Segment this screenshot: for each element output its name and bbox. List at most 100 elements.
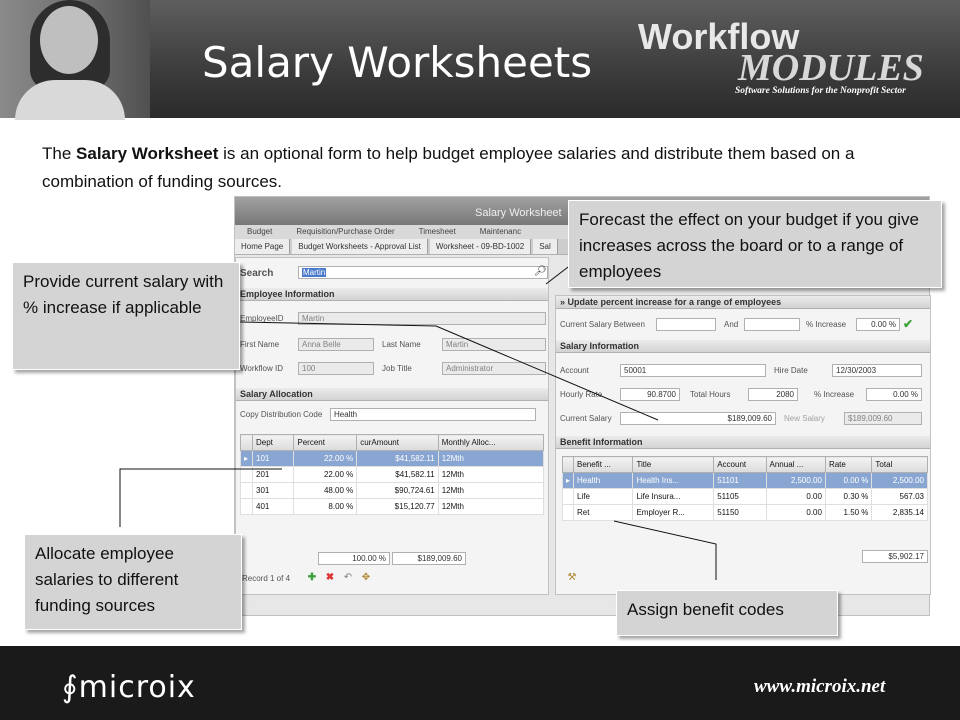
cell-rate[interactable]: 1.50 % bbox=[824, 504, 873, 521]
cell-total[interactable]: 2,500.00 bbox=[871, 472, 928, 489]
search-input[interactable]: Martin bbox=[298, 266, 548, 279]
menu-budget[interactable]: Budget bbox=[235, 225, 284, 239]
col-total[interactable]: Total bbox=[871, 456, 928, 473]
menu-timesheet[interactable]: Timesheet bbox=[407, 225, 468, 239]
workflow-id-field[interactable]: 100 bbox=[298, 362, 374, 375]
delete-record-icon[interactable]: ✖ bbox=[324, 572, 336, 584]
table-row[interactable]: ▸ Health Health Ins... 51101 2,500.00 0.… bbox=[561, 472, 928, 489]
cell-dept[interactable]: 401 bbox=[251, 498, 295, 515]
range-pct-input[interactable]: 0.00 % bbox=[856, 318, 900, 331]
tab-worksheet[interactable]: Worksheet - 09-BD-1002 bbox=[429, 239, 532, 254]
last-name-field[interactable]: Martin bbox=[442, 338, 546, 351]
salary-to-input[interactable] bbox=[744, 318, 800, 331]
cell-dept[interactable]: 201 bbox=[251, 466, 295, 483]
microix-logo: ∮microix bbox=[62, 670, 196, 705]
search-icon[interactable]: 🔎︎ bbox=[534, 266, 547, 278]
benefit-section: Benefit Information bbox=[556, 436, 930, 449]
left-pane: Search Martin 🔎︎ Employee Information Em… bbox=[235, 257, 549, 595]
job-title-field[interactable]: Administrator bbox=[442, 362, 546, 375]
intro-prefix: The bbox=[42, 144, 77, 163]
tab-salary[interactable]: Sal bbox=[533, 239, 558, 254]
col-rate[interactable]: Rate bbox=[824, 456, 873, 473]
tab-home[interactable]: Home Page bbox=[235, 239, 291, 254]
cell-account[interactable]: 51101 bbox=[713, 472, 767, 489]
menu-maintenance[interactable]: Maintenanc bbox=[468, 225, 533, 239]
col-title[interactable]: Title bbox=[632, 456, 715, 473]
new-salary-field: $189,009.60 bbox=[844, 412, 922, 425]
menu-requisition[interactable]: Requisition/Purchase Order bbox=[284, 225, 406, 239]
cell-monthly[interactable]: 12Mth bbox=[437, 498, 545, 515]
cell-percent[interactable]: 48.00 % bbox=[293, 482, 358, 499]
cell-amount[interactable]: $41,582.11 bbox=[356, 450, 439, 467]
hourly-rate-label: Hourly Rate bbox=[560, 390, 603, 399]
row-indicator bbox=[240, 482, 253, 499]
table-row[interactable]: 201 22.00 % $41,582.11 12Mth bbox=[240, 466, 545, 483]
wrench-icon[interactable]: ⚒ bbox=[566, 572, 578, 584]
undo-icon[interactable]: ↶ bbox=[342, 572, 354, 584]
table-row[interactable]: 401 8.00 % $15,120.77 12Mth bbox=[240, 498, 545, 515]
hire-date-field[interactable]: 12/30/2003 bbox=[832, 364, 922, 377]
callout-forecast: Forecast the effect on your budget if yo… bbox=[568, 200, 942, 288]
col-annual[interactable]: Annual ... bbox=[765, 456, 826, 473]
total-hours-stepper[interactable]: 2080 bbox=[748, 388, 798, 401]
cell-benefit[interactable]: Life bbox=[573, 488, 634, 505]
cell-rate[interactable]: 0.00 % bbox=[824, 472, 873, 489]
copy-distribution-select[interactable]: Health bbox=[330, 408, 536, 421]
footer-url[interactable]: www.microix.net bbox=[754, 676, 885, 698]
cell-amount[interactable]: $41,582.11 bbox=[356, 466, 439, 483]
cell-monthly[interactable]: 12Mth bbox=[437, 450, 545, 467]
job-title-label: Job Title bbox=[382, 364, 412, 373]
table-row[interactable]: Ret Employer R... 51150 0.00 1.50 % 2,83… bbox=[561, 504, 928, 521]
table-row[interactable]: Life Life Insura... 51105 0.00 0.30 % 56… bbox=[561, 488, 928, 505]
cell-monthly[interactable]: 12Mth bbox=[437, 482, 545, 499]
cell-annual[interactable]: 0.00 bbox=[765, 504, 826, 521]
and-label: And bbox=[724, 320, 739, 329]
add-record-icon[interactable]: ✚ bbox=[306, 572, 318, 584]
cell-annual[interactable]: 0.00 bbox=[765, 488, 826, 505]
table-row[interactable]: ▸ 101 22.00 % $41,582.11 12Mth bbox=[240, 450, 545, 467]
tab-approval-list[interactable]: Budget Worksheets - Approval List bbox=[292, 239, 428, 254]
col-benefit[interactable]: Benefit ... bbox=[573, 456, 634, 473]
cell-monthly[interactable]: 12Mth bbox=[437, 466, 545, 483]
cell-total[interactable]: 2,835.14 bbox=[871, 504, 928, 521]
cell-title[interactable]: Employer R... bbox=[632, 504, 715, 521]
account-select[interactable]: 50001 bbox=[620, 364, 766, 377]
cell-benefit[interactable]: Ret bbox=[573, 504, 634, 521]
page-title: Salary Worksheets bbox=[202, 38, 593, 87]
row-indicator bbox=[561, 488, 575, 505]
cell-dept[interactable]: 301 bbox=[251, 482, 295, 499]
hourly-rate-stepper[interactable]: 90.8700 bbox=[620, 388, 680, 401]
cell-dept[interactable]: 101 bbox=[251, 450, 295, 467]
cell-amount[interactable]: $90,724.61 bbox=[356, 482, 439, 499]
cell-rate[interactable]: 0.30 % bbox=[824, 488, 873, 505]
col-dept[interactable]: Dept bbox=[251, 434, 295, 451]
first-name-field[interactable]: Anna Belle bbox=[298, 338, 374, 351]
cell-percent[interactable]: 22.00 % bbox=[293, 466, 358, 483]
col-account[interactable]: Account bbox=[713, 456, 767, 473]
salary-pct-stepper[interactable]: 0.00 % bbox=[866, 388, 922, 401]
row-indicator bbox=[240, 498, 253, 515]
col-cur-amount[interactable]: curAmount bbox=[356, 434, 439, 451]
cell-total[interactable]: 567.03 bbox=[871, 488, 928, 505]
move-icon[interactable]: ✥ bbox=[360, 572, 372, 584]
cell-percent[interactable]: 22.00 % bbox=[293, 450, 358, 467]
col-percent[interactable]: Percent bbox=[293, 434, 358, 451]
table-row[interactable]: 301 48.00 % $90,724.61 12Mth bbox=[240, 482, 545, 499]
cell-account[interactable]: 51105 bbox=[713, 488, 767, 505]
cell-title[interactable]: Life Insura... bbox=[632, 488, 715, 505]
total-hours-label: Total Hours bbox=[690, 390, 731, 399]
cell-percent[interactable]: 8.00 % bbox=[293, 498, 358, 515]
collapse-icon[interactable]: » bbox=[560, 297, 568, 307]
allocation-header-row: Dept Percent curAmount Monthly Alloc... bbox=[240, 434, 545, 451]
cell-annual[interactable]: 2,500.00 bbox=[765, 472, 826, 489]
salary-from-input[interactable] bbox=[656, 318, 716, 331]
col-monthly-alloc[interactable]: Monthly Alloc... bbox=[437, 434, 545, 451]
current-salary-field[interactable]: $189,009.60 bbox=[620, 412, 776, 425]
cell-amount[interactable]: $15,120.77 bbox=[356, 498, 439, 515]
cell-account[interactable]: 51150 bbox=[713, 504, 767, 521]
cell-benefit[interactable]: Health bbox=[573, 472, 634, 489]
apply-checkmark-icon[interactable]: ✔ bbox=[902, 318, 914, 330]
new-salary-label: New Salary bbox=[784, 414, 825, 423]
cell-title[interactable]: Health Ins... bbox=[632, 472, 715, 489]
employee-id-field[interactable]: Martin bbox=[298, 312, 546, 325]
